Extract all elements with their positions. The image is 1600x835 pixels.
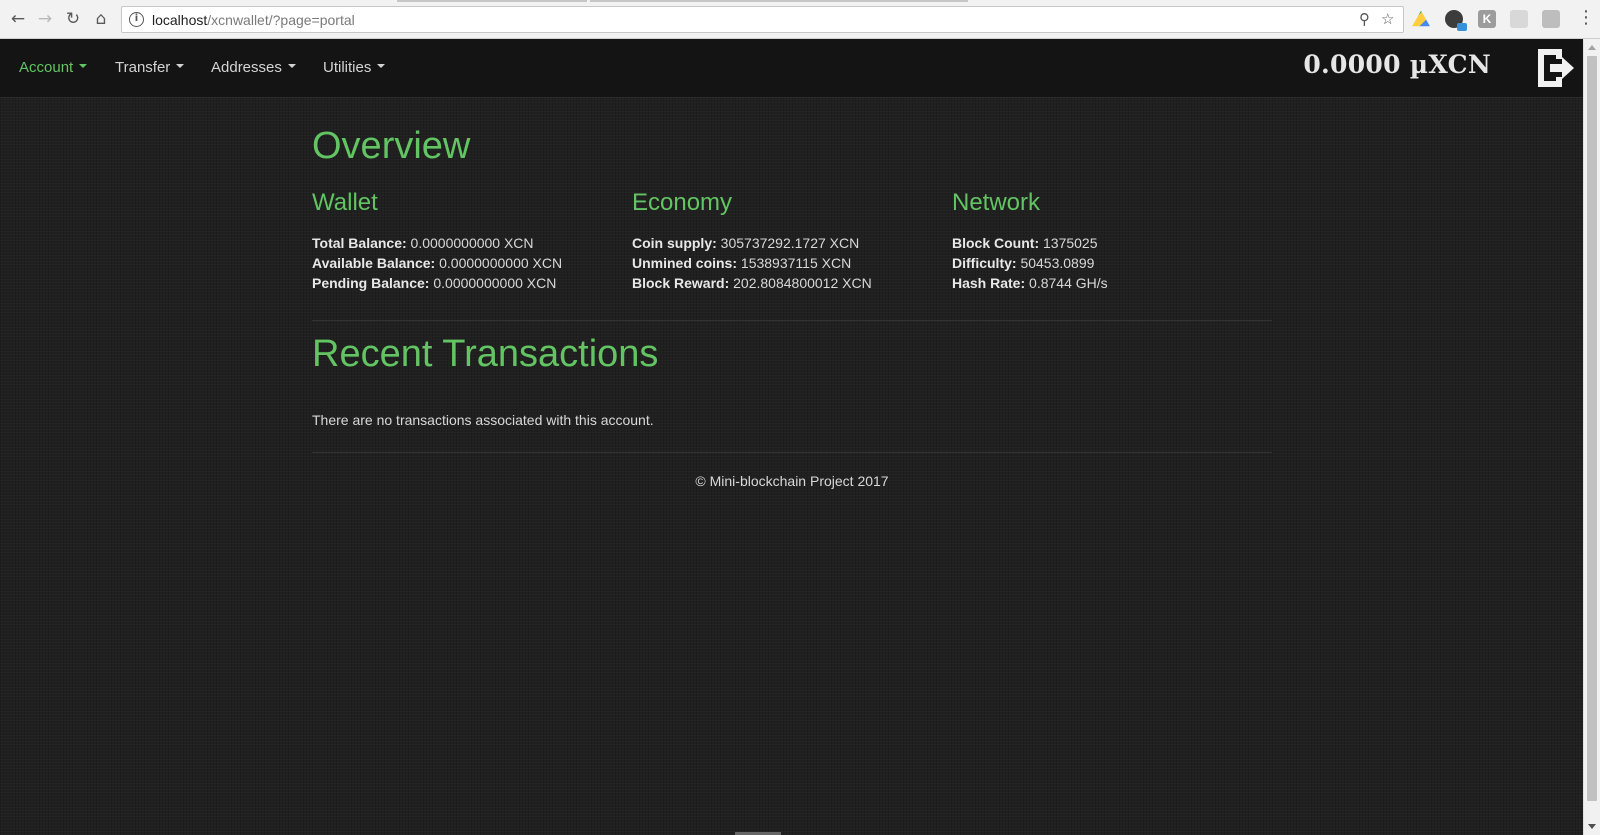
stat-value: 1538937115 XCN — [740, 255, 852, 271]
browser-toolbar: ← → ↻ ⌂ i localhost/xcnwallet/?page=port… — [0, 0, 1600, 39]
stat-value: 0.0000000000 XCN — [433, 275, 557, 291]
scroll-up-icon[interactable] — [1588, 45, 1596, 50]
stat-value: 0.0000000000 XCN — [439, 255, 563, 271]
stat-label: Total Balance: — [312, 235, 407, 251]
vertical-scrollbar[interactable] — [1583, 39, 1600, 835]
stat-label: Block Count: — [952, 235, 1040, 251]
forward-icon[interactable]: → — [34, 8, 56, 30]
section-divider — [312, 320, 1272, 321]
reload-icon[interactable]: ↻ — [62, 8, 84, 30]
stat-label: Coin supply: — [632, 235, 717, 251]
stat-value: 0.8744 GH/s — [1029, 275, 1108, 291]
key-icon[interactable]: ⚲ — [1359, 10, 1370, 28]
logout-icon[interactable] — [1536, 47, 1576, 89]
difficulty-row: Difficulty: 50453.0899 — [952, 253, 1252, 273]
total-balance-row: Total Balance: 0.0000000000 XCN — [312, 233, 612, 253]
home-icon[interactable]: ⌂ — [90, 8, 112, 30]
bookmark-star-icon[interactable]: ☆ — [1381, 10, 1394, 28]
navbar-balance: 0.0000 µXCN — [1303, 50, 1491, 79]
nav-account-label: Account — [19, 59, 74, 76]
nav-account-dropdown[interactable]: Account — [19, 59, 88, 76]
tab-strip-edge — [397, 0, 587, 2]
nav-utilities-dropdown[interactable]: Utilities — [323, 59, 386, 76]
stat-value: 202.8084800012 XCN — [733, 275, 872, 291]
site-info-icon[interactable]: i — [129, 12, 144, 27]
economy-section: Economy Coin supply: 305737292.1727 XCN … — [632, 189, 932, 293]
nav-transfer-label: Transfer — [115, 59, 171, 76]
nav-addresses-dropdown[interactable]: Addresses — [211, 59, 296, 76]
stat-label: Block Reward: — [632, 275, 730, 291]
tab-strip-edge — [590, 0, 968, 2]
coin-supply-row: Coin supply: 305737292.1727 XCN — [632, 233, 932, 253]
caret-down-icon — [176, 64, 185, 69]
wallet-page: Account Transfer Addresses Utilities 0.0… — [0, 39, 1583, 835]
economy-heading: Economy — [632, 189, 733, 216]
url-text[interactable]: localhost/xcnwallet/?page=portal — [152, 12, 355, 28]
stat-label: Unmined coins: — [632, 255, 738, 271]
top-navbar: Account Transfer Addresses Utilities 0.0… — [0, 39, 1583, 98]
block-reward-row: Block Reward: 202.8084800012 XCN — [632, 273, 932, 293]
browser-menu-icon[interactable]: ⋮ — [1577, 8, 1595, 28]
nav-transfer-dropdown[interactable]: Transfer — [115, 59, 185, 76]
k-extension-icon[interactable]: K — [1478, 10, 1496, 28]
recent-transactions-title: Recent Transactions — [312, 333, 659, 375]
back-icon[interactable]: ← — [7, 8, 29, 30]
bag-extension-icon[interactable] — [1542, 10, 1560, 28]
caret-down-icon — [377, 64, 386, 69]
stat-label: Difficulty: — [952, 255, 1017, 271]
scroll-down-icon[interactable] — [1588, 824, 1596, 829]
stat-label: Pending Balance: — [312, 275, 430, 291]
network-section: Network Block Count: 1375025 Difficulty:… — [952, 189, 1252, 293]
url-path: /xcnwallet/?page=portal — [207, 12, 355, 28]
address-bar[interactable]: i localhost/xcnwallet/?page=portal ⚲ ☆ — [121, 6, 1404, 33]
stat-value: 50453.0899 — [1020, 255, 1095, 271]
nav-utilities-label: Utilities — [323, 59, 372, 76]
stat-value: 305737292.1727 XCN — [720, 235, 860, 251]
pending-balance-row: Pending Balance: 0.0000000000 XCN — [312, 273, 612, 293]
stat-value: 0.0000000000 XCN — [410, 235, 534, 251]
wallet-heading: Wallet — [312, 189, 378, 216]
stat-label: Hash Rate: — [952, 275, 1026, 291]
calendar-extension-icon[interactable] — [1510, 10, 1528, 28]
network-heading: Network — [952, 189, 1041, 216]
stat-label: Available Balance: — [312, 255, 436, 271]
google-drive-icon[interactable] — [1412, 10, 1430, 27]
caret-down-icon — [79, 64, 88, 69]
chat-extension-icon[interactable] — [1445, 10, 1467, 31]
hash-rate-row: Hash Rate: 0.8744 GH/s — [952, 273, 1252, 293]
overview-title: Overview — [312, 125, 471, 167]
unmined-coins-row: Unmined coins: 1538937115 XCN — [632, 253, 932, 273]
block-count-row: Block Count: 1375025 — [952, 233, 1252, 253]
no-transactions-message: There are no transactions associated wit… — [312, 412, 654, 428]
stat-value: 1375025 — [1043, 235, 1098, 251]
caret-down-icon — [287, 64, 296, 69]
available-balance-row: Available Balance: 0.0000000000 XCN — [312, 253, 612, 273]
nav-addresses-label: Addresses — [211, 59, 282, 76]
url-host: localhost — [152, 12, 208, 28]
footer-text: © Mini-blockchain Project 2017 — [695, 473, 889, 489]
scrollbar-thumb[interactable] — [1587, 56, 1597, 801]
footer-divider — [312, 452, 1272, 453]
wallet-section: Wallet Total Balance: 0.0000000000 XCN A… — [312, 189, 612, 293]
